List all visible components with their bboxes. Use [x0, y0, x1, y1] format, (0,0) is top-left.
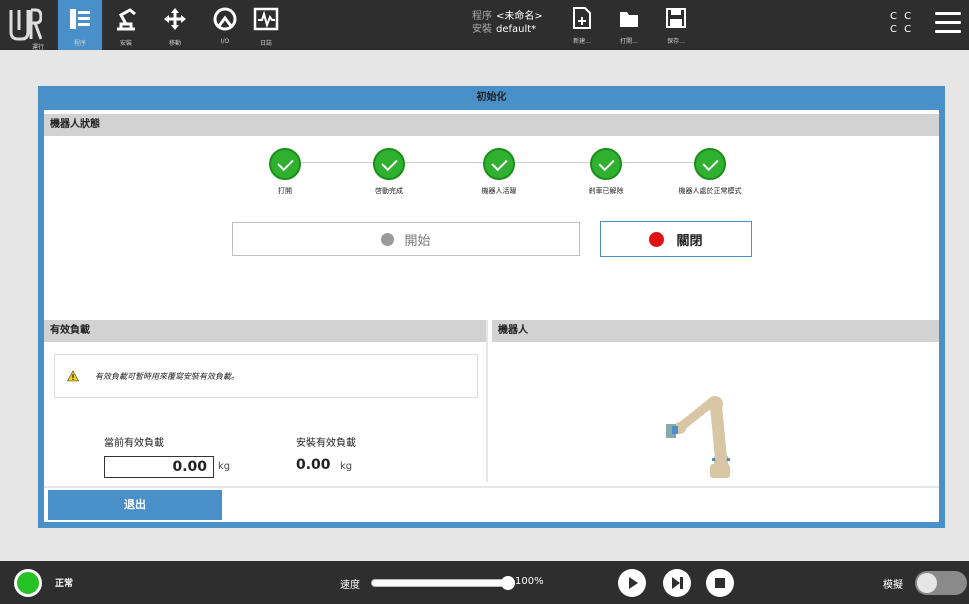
step-label: 機器人處於正常模式 — [678, 187, 742, 195]
robot-state-heading: 機器人狀態 — [44, 114, 939, 136]
start-status-dot-icon — [381, 232, 395, 246]
robot-panel: 機器人 — [492, 320, 939, 482]
current-payload-unit: kg — [218, 461, 231, 472]
nav-io-label: I/O — [220, 38, 230, 45]
robot-arm-icon — [117, 8, 136, 31]
save-file-button[interactable]: 保存... — [656, 0, 696, 50]
check-icon — [483, 148, 515, 180]
program-info: 程序 <未命名> 安裝 default* — [472, 10, 543, 36]
install-name: default* — [496, 24, 537, 35]
step-button[interactable] — [663, 569, 691, 597]
simulation-toggle[interactable] — [915, 571, 967, 595]
current-payload-label: 當前有效負載 — [104, 438, 164, 449]
io-icon — [213, 7, 237, 31]
nav-program[interactable]: 程序 — [58, 0, 102, 50]
stop-icon — [715, 578, 725, 588]
nav-install[interactable]: 安裝 — [104, 0, 148, 50]
step-label: 機器人活躍 — [481, 187, 517, 195]
nav-log-label: 日誌 — [259, 40, 272, 47]
payload-heading: 有效負載 — [44, 320, 486, 342]
payload-warning: 有效負載可暫時用來覆寫安裝有效負載。 — [54, 354, 478, 398]
start-button-label: 開始 — [404, 233, 431, 249]
robot-status-icon[interactable] — [14, 569, 42, 597]
step-robot-active: 機器人活躍 — [444, 148, 554, 196]
speed-slider[interactable] — [371, 579, 505, 587]
top-toolbar: 運行 程序 安裝 移動 I/O 日誌 程序 <未命名> 安裝 default* … — [0, 0, 969, 51]
stop-button[interactable] — [706, 569, 734, 597]
speed-label: 速度 — [340, 580, 360, 591]
start-button[interactable]: 開始 — [232, 222, 580, 256]
warning-icon — [67, 370, 79, 382]
step-label: 啓動完成 — [375, 187, 403, 195]
bottom-bar: 正常 速度 100% 模擬 — [0, 561, 969, 604]
check-icon — [269, 148, 301, 180]
simulation-label: 模擬 — [883, 580, 903, 591]
step-label: 打開 — [278, 187, 292, 195]
play-icon — [629, 577, 638, 589]
power-off-button[interactable]: 關閉 — [600, 221, 752, 257]
folder-icon — [620, 12, 638, 27]
install-payload-label: 安裝有效負載 — [296, 438, 356, 449]
robot-3d-view — [666, 396, 730, 478]
check-icon — [373, 148, 405, 180]
current-payload-input[interactable]: 0.00 — [104, 456, 214, 478]
install-key: 安裝 — [472, 24, 492, 35]
cc-line-2: C C — [890, 24, 914, 35]
toggle-knob — [917, 573, 937, 593]
step-booted: 啓動完成 — [334, 148, 444, 196]
cc-line-1: C C — [890, 11, 914, 22]
check-icon — [590, 148, 622, 180]
speed-value: 100% — [515, 576, 544, 587]
nav-io[interactable]: I/O — [203, 0, 247, 50]
hamburger-menu-icon[interactable] — [935, 12, 961, 34]
nav-install-label: 安裝 — [119, 40, 132, 47]
move-icon — [164, 8, 186, 30]
robot-status-text: 正常 — [55, 579, 74, 589]
log-icon — [253, 7, 279, 31]
nav-run[interactable]: 運行 — [16, 0, 60, 51]
install-payload-unit: kg — [340, 461, 353, 472]
install-payload-value: 0.00 — [296, 457, 331, 473]
nav-program-label: 程序 — [73, 40, 86, 47]
exit-row: 退出 — [44, 486, 939, 522]
program-icon — [70, 9, 90, 29]
power-off-label: 關閉 — [676, 233, 703, 249]
payload-panel: 有效負載 有效負載可暫時用來覆寫安裝有效負載。 當前有效負載 0.00 kg 安… — [44, 320, 488, 482]
speed-slider-handle[interactable] — [501, 576, 515, 590]
save-icon — [666, 8, 686, 28]
payload-warning-text: 有效負載可暫時用來覆寫安裝有效負載。 — [95, 371, 239, 381]
step-icon — [672, 577, 683, 589]
cc-indicator: C C C C — [890, 10, 913, 36]
step-normal-mode: 機器人處於正常模式 — [645, 148, 775, 196]
robot-heading: 機器人 — [492, 320, 939, 342]
initialize-dialog: 初始化 機器人狀態 打開 啓動完成 機器人活躍 剎車已解除 機器人處於正常模式 … — [38, 86, 945, 528]
nav-log[interactable]: 日誌 — [244, 0, 288, 50]
step-power-on: 打開 — [230, 148, 340, 196]
nav-run-label: 運行 — [31, 44, 44, 51]
open-file-label: 打開... — [620, 38, 638, 45]
new-file-button[interactable]: 新建... — [562, 0, 602, 50]
open-file-button[interactable]: 打開... — [609, 0, 649, 50]
check-icon — [694, 148, 726, 180]
dialog-title: 初始化 — [476, 92, 507, 103]
program-name: <未命名> — [496, 11, 543, 22]
new-file-label: 新建... — [573, 38, 591, 45]
save-file-label: 保存... — [667, 38, 685, 45]
init-steps: 打開 啓動完成 機器人活躍 剎車已解除 機器人處於正常模式 — [44, 148, 939, 208]
nav-move-label: 移動 — [168, 40, 181, 47]
dialog-body: 機器人狀態 打開 啓動完成 機器人活躍 剎車已解除 機器人處於正常模式 開始 關… — [44, 110, 939, 522]
nav-move[interactable]: 移動 — [153, 0, 197, 50]
play-button[interactable] — [618, 569, 646, 597]
stop-dot-icon — [649, 231, 665, 247]
new-file-icon — [573, 7, 591, 29]
program-key: 程序 — [472, 11, 492, 22]
exit-button[interactable]: 退出 — [48, 490, 222, 520]
